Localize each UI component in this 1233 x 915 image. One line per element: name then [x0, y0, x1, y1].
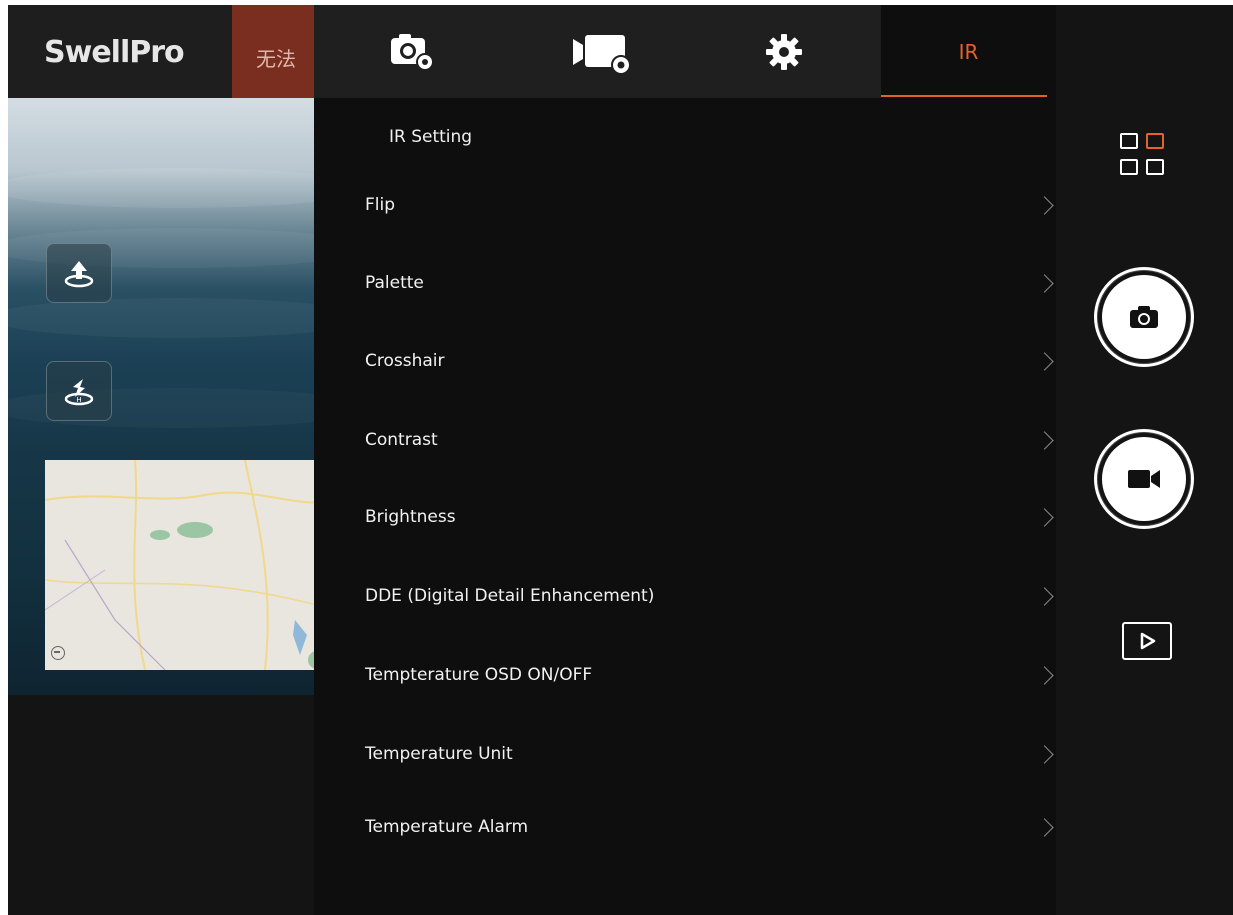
camera-live-view[interactable]: H: [8, 98, 328, 695]
active-tab-indicator: [881, 95, 1047, 97]
settings-tab-bar: IR: [314, 5, 1056, 98]
grid-cell: [1146, 159, 1164, 175]
svg-text:H: H: [76, 396, 81, 404]
setting-row-temperature-unit[interactable]: Temperature Unit: [314, 729, 1056, 779]
playback-button[interactable]: [1122, 622, 1172, 660]
setting-label: Palette: [365, 273, 424, 293]
chevron-right-icon: [1035, 507, 1054, 527]
shutter-inner: [1102, 275, 1186, 359]
setting-row-temperature-alarm[interactable]: Temperature Alarm: [314, 802, 1056, 852]
grid-cell-active: [1146, 133, 1164, 149]
setting-label: Tempterature OSD ON/OFF: [365, 665, 593, 685]
return-home-button[interactable]: H: [46, 361, 112, 421]
map-graphic: [45, 460, 328, 670]
tab-video-settings[interactable]: [544, 5, 664, 98]
tab-general-settings[interactable]: [724, 5, 844, 98]
shutter-inner: [1102, 437, 1186, 521]
setting-row-flip[interactable]: Flip: [314, 180, 1056, 230]
takeoff-button[interactable]: [46, 243, 112, 303]
setting-row-temperature-osd[interactable]: Tempterature OSD ON/OFF: [314, 650, 1056, 700]
camera-gear-icon: [391, 33, 434, 71]
setting-label: Brightness: [365, 507, 456, 527]
grid-cell: [1120, 159, 1138, 175]
setting-row-brightness[interactable]: Brightness: [314, 492, 1056, 542]
mini-map[interactable]: [45, 460, 328, 670]
right-control-rail: [1056, 5, 1233, 915]
chevron-right-icon: [1035, 195, 1054, 215]
grid-cell: [1120, 133, 1138, 149]
tab-camera-settings[interactable]: [354, 5, 474, 98]
tab-ir-label: IR: [958, 39, 979, 64]
play-icon: [1140, 632, 1156, 650]
video-gear-icon: [573, 34, 631, 75]
chevron-right-icon: [1035, 430, 1054, 450]
camera-icon: [1130, 306, 1158, 328]
setting-label: Contrast: [365, 430, 438, 450]
video-camera-icon: [1128, 470, 1160, 488]
brand-logo: SwellPro: [44, 35, 185, 70]
setting-label: Crosshair: [365, 351, 445, 371]
return-home-icon: H: [64, 379, 94, 406]
takeoff-icon: [64, 261, 94, 288]
video-record-button[interactable]: [1094, 429, 1194, 529]
status-banner: 无法: [232, 5, 322, 98]
setting-label: Flip: [365, 195, 396, 215]
setting-row-contrast[interactable]: Contrast: [314, 415, 1056, 465]
setting-row-palette[interactable]: Palette: [314, 258, 1056, 308]
chevron-right-icon: [1035, 351, 1054, 371]
setting-row-crosshair[interactable]: Crosshair: [314, 336, 1056, 386]
status-text: 无法: [256, 47, 296, 71]
chevron-right-icon: [1035, 273, 1054, 293]
setting-row-dde[interactable]: DDE (Digital Detail Enhancement): [314, 571, 1056, 621]
wave-decoration: [8, 168, 328, 208]
zoom-out-icon[interactable]: [51, 646, 65, 660]
settings-panel: IR IR Setting Flip Palette Crosshair Con…: [314, 5, 1056, 915]
setting-label: Temperature Unit: [365, 744, 513, 764]
chevron-right-icon: [1035, 744, 1054, 764]
chevron-right-icon: [1035, 665, 1054, 685]
section-title: IR Setting: [389, 127, 473, 147]
tab-ir[interactable]: IR: [881, 5, 1056, 98]
chevron-right-icon: [1035, 817, 1054, 837]
gear-icon: [766, 33, 802, 70]
grid-icon[interactable]: [1120, 133, 1174, 185]
setting-label: Temperature Alarm: [365, 817, 529, 837]
app-window: SwellPro 无法 H IR IR Setting Flip Palette…: [8, 5, 1233, 915]
photo-shutter-button[interactable]: [1094, 267, 1194, 367]
chevron-right-icon: [1035, 586, 1054, 606]
setting-label: DDE (Digital Detail Enhancement): [365, 586, 655, 606]
wave-decoration: [8, 298, 328, 338]
